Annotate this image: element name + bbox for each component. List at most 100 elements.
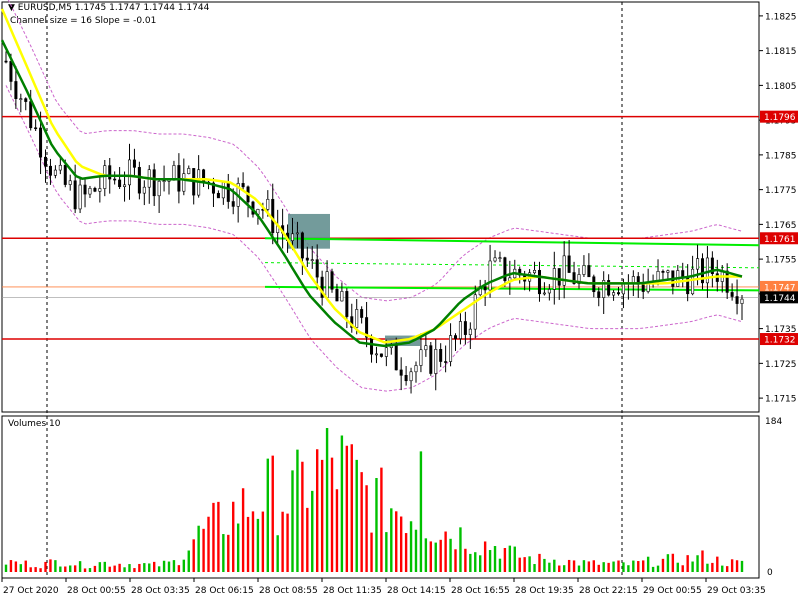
candle-body (449, 335, 453, 362)
candle-body (374, 353, 378, 356)
x-tick-label: 28 Oct 00:55 (67, 586, 126, 596)
candle-body (132, 159, 136, 168)
candle-body (419, 349, 423, 366)
candle-body (19, 98, 23, 100)
candle-body (429, 345, 433, 374)
time-axis: 27 Oct 2020 28 Oct 00:55 28 Oct 03:35 28 Oc… (1, 578, 766, 596)
x-tick-label: 28 Oct 22:15 (579, 586, 638, 596)
candle-body (310, 259, 314, 261)
price-panel-frame (1, 1, 760, 413)
candlesticks (4, 51, 744, 394)
candle-body (399, 369, 403, 376)
candle-body (290, 233, 294, 241)
candle-body (24, 98, 28, 102)
candle-body (597, 291, 601, 298)
candle-body (83, 184, 87, 195)
volume-zero-label: 0 (767, 568, 773, 578)
candle-body (271, 198, 275, 233)
candle-body (730, 292, 734, 297)
candle-body (315, 259, 319, 278)
candle-body (612, 292, 616, 296)
candle-body (345, 291, 349, 317)
candle-body (355, 309, 359, 328)
candle-body (162, 180, 166, 183)
candle-body (542, 292, 546, 295)
y-tick-label: 1.1825 (765, 12, 797, 22)
candle-body (4, 60, 8, 63)
candle-body (123, 184, 127, 187)
candle-body (641, 284, 645, 292)
y-tick-label: 1.1805 (765, 82, 797, 92)
candle-body (58, 164, 62, 171)
candle-body (409, 371, 413, 382)
x-tick-label: 29 Oct 00:55 (643, 586, 702, 596)
candle-body (582, 265, 586, 275)
candle-body (468, 328, 472, 335)
candle-body (537, 269, 541, 295)
candle-body (221, 181, 225, 199)
candle-body (533, 269, 537, 274)
candle-body (384, 347, 388, 357)
candle-body (241, 183, 245, 188)
candle-body (295, 232, 299, 235)
candle-body (740, 298, 744, 304)
level-label-1.1732: 1.1732 (764, 336, 796, 346)
fast-moving-average-line (0, 39, 743, 348)
candle-body (48, 165, 52, 176)
candle-body (226, 181, 230, 202)
candle-body (735, 296, 739, 304)
candle-body (39, 127, 43, 158)
x-tick-label: 28 Oct 16:55 (451, 586, 510, 596)
candle-body (325, 271, 329, 298)
support-resistance-levels (2, 115, 759, 340)
candle-body (488, 260, 492, 291)
candle-body (557, 268, 561, 286)
y-tick-label: 1.1775 (765, 186, 797, 196)
x-tick-label: 29 Oct 03:35 (707, 586, 766, 596)
candle-body (498, 257, 502, 259)
candle-body (157, 180, 161, 197)
candle-body (182, 173, 186, 192)
candle-body (646, 283, 650, 292)
x-tick-label: 28 Oct 08:55 (259, 586, 318, 596)
candle-body (300, 232, 304, 259)
moving-averages (0, 8, 743, 348)
bid-price-label: 1.1744 (764, 294, 796, 304)
candle-body (394, 344, 398, 371)
candle-body (454, 335, 458, 339)
candle-body (330, 271, 334, 290)
x-tick-label: 28 Oct 19:35 (515, 586, 574, 596)
candle-body (661, 271, 665, 273)
candle-body (360, 309, 364, 318)
candle-body (216, 192, 220, 199)
candle-body (108, 165, 112, 180)
candle-body (463, 321, 467, 335)
candle-body (493, 257, 497, 262)
y-tick-label: 1.1785 (765, 151, 797, 161)
candle-body (725, 270, 729, 293)
price-axis: 1.18251.18151.18051.17951.17851.17751.17… (759, 12, 797, 405)
x-tick-label: 27 Oct 2020 (3, 586, 59, 596)
candle-body (14, 81, 18, 100)
candle-body (142, 186, 146, 194)
candle-body (340, 291, 344, 302)
candle-body (68, 180, 72, 185)
channel-upper-line (264, 237, 760, 247)
candle-body (370, 336, 374, 355)
candle-body (414, 365, 418, 373)
y-tick-label: 1.1815 (765, 47, 797, 57)
level-label-1.1796: 1.1796 (764, 113, 796, 123)
candle-body (118, 179, 122, 187)
candle-body (73, 180, 77, 210)
y-tick-label: 1.1765 (765, 221, 797, 231)
candle-body (335, 289, 339, 302)
candle-body (404, 375, 408, 382)
candle-body (88, 188, 92, 195)
x-tick-label: 28 Oct 11:35 (323, 586, 382, 596)
price-chart[interactable]: 1.18251.18151.18051.17951.17851.17751.17… (0, 0, 800, 600)
envelope-upper (7, 0, 743, 302)
candle-body (424, 345, 428, 351)
candle-body (113, 178, 117, 181)
level-label-1.1761: 1.1761 (764, 235, 796, 245)
candle-body (691, 268, 695, 295)
